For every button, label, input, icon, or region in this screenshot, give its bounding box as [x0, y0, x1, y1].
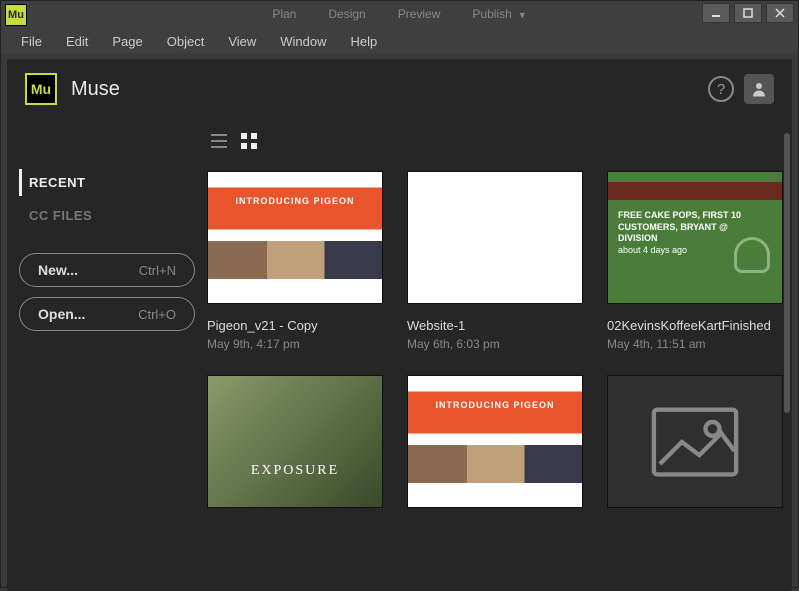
recent-grid: Pigeon_v21 - Copy May 9th, 4:17 pm Websi… [207, 171, 786, 508]
menu-page[interactable]: Page [100, 31, 154, 52]
list-icon [211, 133, 227, 149]
grid-view-button[interactable] [241, 133, 257, 149]
scrollbar[interactable] [784, 133, 790, 413]
card-date: May 4th, 11:51 am [607, 337, 783, 351]
promo-text: DIVISION [618, 233, 658, 243]
mode-publish[interactable]: Publish▼ [456, 1, 542, 27]
mode-tabs: Plan Design Preview Publish▼ [256, 1, 542, 27]
card-title: Website-1 [407, 318, 583, 333]
menu-object[interactable]: Object [155, 31, 217, 52]
recent-card[interactable]: Website-1 May 6th, 6:03 pm [407, 171, 583, 351]
close-button[interactable] [766, 3, 794, 23]
thumbnail [407, 171, 583, 304]
card-date: May 9th, 4:17 pm [207, 337, 383, 351]
thumbnail-placeholder [607, 375, 783, 508]
promo-text: FREE CAKE POPS, FIRST 10 [618, 210, 741, 220]
thumbnail [207, 375, 383, 508]
user-account-button[interactable] [744, 74, 774, 104]
recent-card[interactable]: FREE CAKE POPS, FIRST 10 CUSTOMERS, BRYA… [607, 171, 783, 351]
new-button-label: New... [38, 262, 78, 278]
panel-header: Mu Muse ? [7, 59, 792, 119]
menubar: File Edit Page Object View Window Help [1, 29, 798, 53]
menu-view[interactable]: View [216, 31, 268, 52]
menu-help[interactable]: Help [339, 31, 390, 52]
main-content: Pigeon_v21 - Copy May 9th, 4:17 pm Websi… [207, 119, 792, 591]
menu-window[interactable]: Window [268, 31, 338, 52]
start-panel: Mu Muse ? RECENT CC FILES New... Ctrl+N … [7, 59, 792, 591]
app-logo-small: Mu [5, 4, 27, 26]
open-button-shortcut: Ctrl+O [138, 307, 176, 322]
list-view-button[interactable] [211, 133, 227, 149]
recent-card[interactable]: Pigeon_v21 - Copy May 9th, 4:17 pm [207, 171, 383, 351]
mode-plan[interactable]: Plan [256, 1, 312, 27]
maximize-button[interactable] [734, 3, 762, 23]
mode-design[interactable]: Design [312, 1, 381, 27]
thumbnail [407, 375, 583, 508]
chevron-down-icon: ▼ [518, 10, 527, 20]
promo-text: CUSTOMERS, BRYANT @ [618, 222, 728, 232]
card-date: May 6th, 6:03 pm [407, 337, 583, 351]
view-toggle [207, 133, 786, 149]
open-button-label: Open... [38, 306, 85, 322]
menu-edit[interactable]: Edit [54, 31, 100, 52]
grid-icon [241, 133, 257, 149]
user-icon [750, 80, 768, 98]
new-button-shortcut: Ctrl+N [139, 263, 176, 278]
new-button[interactable]: New... Ctrl+N [19, 253, 195, 287]
window-controls [702, 3, 794, 23]
help-icon[interactable]: ? [708, 76, 734, 102]
recent-card[interactable] [607, 375, 783, 508]
app-name: Muse [71, 78, 120, 101]
recent-card[interactable] [407, 375, 583, 508]
open-button[interactable]: Open... Ctrl+O [19, 297, 195, 331]
sidebar-tab-ccfiles[interactable]: CC FILES [19, 202, 195, 229]
thumbnail [207, 171, 383, 304]
thumbnail: FREE CAKE POPS, FIRST 10 CUSTOMERS, BRYA… [607, 171, 783, 304]
mode-preview[interactable]: Preview [382, 1, 457, 27]
card-title: 02KevinsKoffeeKartFinished [607, 318, 783, 333]
titlebar: Mu Plan Design Preview Publish▼ [1, 1, 798, 29]
image-placeholder-icon [650, 407, 740, 477]
card-title: Pigeon_v21 - Copy [207, 318, 383, 333]
recent-card[interactable] [207, 375, 383, 508]
app-logo-large: Mu [25, 73, 57, 105]
sidebar-tab-recent[interactable]: RECENT [19, 169, 195, 196]
sidebar: RECENT CC FILES New... Ctrl+N Open... Ct… [7, 119, 207, 591]
promo-time: about 4 days ago [618, 245, 687, 255]
minimize-button[interactable] [702, 3, 730, 23]
menu-file[interactable]: File [9, 31, 54, 52]
